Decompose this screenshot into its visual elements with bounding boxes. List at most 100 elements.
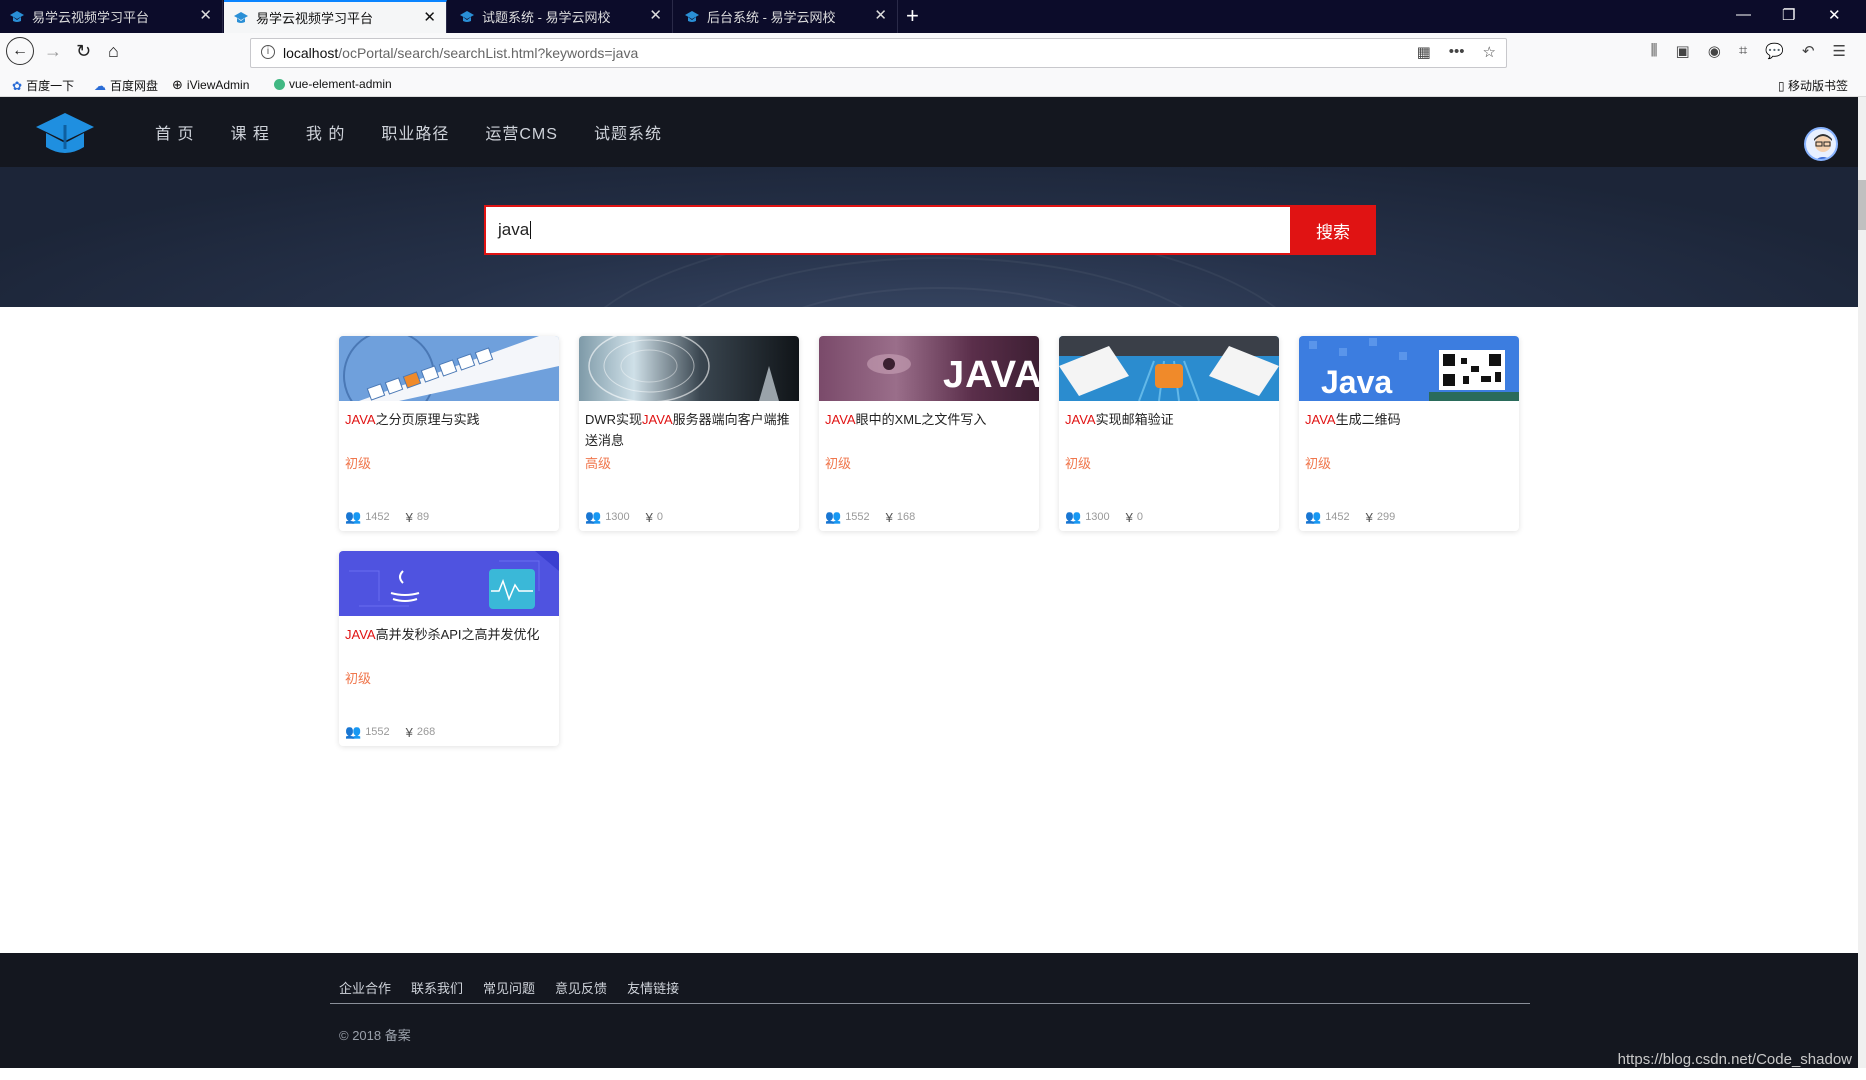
sidebar-icon[interactable]: ▣ <box>1676 42 1690 60</box>
title-keyword: JAVA <box>825 412 856 427</box>
close-icon[interactable]: ✕ <box>649 8 662 23</box>
course-thumbnail <box>579 336 799 401</box>
footer-link-contact[interactable]: 联系我们 <box>411 978 463 997</box>
search-input-value: java <box>498 220 530 239</box>
paw-icon: ✿ <box>12 78 23 93</box>
scrollbar-thumb[interactable] <box>1858 180 1866 230</box>
bookmark-star-icon[interactable]: ☆ <box>1483 43 1496 61</box>
browser-tab-active[interactable]: 易学云视频学习平台 ✕ <box>224 0 447 33</box>
close-icon[interactable]: ✕ <box>874 8 887 23</box>
course-thumbnail <box>339 336 559 401</box>
mobile-bookmarks[interactable]: ▯ 移动版书签 <box>1778 77 1848 94</box>
course-level: 初级 <box>345 456 372 471</box>
menu-item-career-path[interactable]: 职业路径 <box>381 120 449 144</box>
bookmark-item[interactable]: ⊕ iViewAdmin <box>172 77 249 93</box>
browser-nav-bar: ← → ↻ ⌂ i localhost/ocPortal/search/sear… <box>0 33 1866 73</box>
chat-icon[interactable]: 💬 <box>1765 42 1784 60</box>
course-card[interactable]: JAVA高并发秒杀API之高并发优化 初级 👥 1552 ¥268 <box>339 551 559 746</box>
course-price: 0 <box>656 511 664 523</box>
crop-icon[interactable]: ⌗ <box>1739 42 1747 60</box>
graduation-cap-icon <box>460 10 474 22</box>
users-icon: 👥 <box>1305 509 1322 524</box>
users-icon: 👥 <box>825 509 842 524</box>
bookmarks-bar: ✿ 百度一下 ☁ 百度网盘 ⊕ iViewAdmin vue-element-a… <box>0 73 1866 97</box>
search-banner: java 搜索 <box>0 167 1858 307</box>
mobile-bookmarks-label: 移动版书签 <box>1787 79 1848 93</box>
course-title[interactable]: DWR实现JAVA服务器端向客户端推送消息 <box>579 401 799 453</box>
course-title[interactable]: JAVA之分页原理与实践 <box>339 401 559 453</box>
course-card[interactable]: DWR实现JAVA服务器端向客户端推送消息 高级 👥 1300 ¥0 <box>579 336 799 531</box>
home-icon[interactable]: ⌂ <box>108 41 119 62</box>
close-icon[interactable]: ✕ <box>423 10 436 25</box>
info-icon[interactable]: i <box>261 45 275 59</box>
course-title[interactable]: JAVA实现邮箱验证 <box>1059 401 1279 453</box>
course-card[interactable]: Java JAVA生成二维码 初级 👥 1452 ¥299 <box>1299 336 1519 531</box>
student-count: 1452 <box>1325 511 1350 523</box>
menu-item-cms[interactable]: 运营CMS <box>485 120 558 144</box>
browser-tab[interactable]: 易学云视频学习平台 ✕ <box>0 0 223 33</box>
menu-item-exam[interactable]: 试题系统 <box>594 120 662 144</box>
tab-title: 易学云视频学习平台 <box>32 10 150 25</box>
page-scrollbar[interactable] <box>1858 97 1866 1068</box>
course-card[interactable]: JAVA JAVA眼中的XML之文件写入 初级 👥 1552 ¥168 <box>819 336 1039 531</box>
course-stats: 👥 1552 ¥168 <box>825 509 915 525</box>
course-title[interactable]: JAVA高并发秒杀API之高并发优化 <box>339 616 559 668</box>
student-count: 1300 <box>605 511 630 523</box>
course-price: 299 <box>1376 511 1396 523</box>
qr-code-icon[interactable]: ▦ <box>1417 43 1431 61</box>
student-count: 1452 <box>365 511 390 523</box>
course-title[interactable]: JAVA生成二维码 <box>1299 401 1519 453</box>
graduation-cap-icon <box>685 10 699 22</box>
new-tab-plus-icon[interactable]: + <box>906 3 919 29</box>
hamburger-menu-icon[interactable]: ☰ <box>1833 42 1846 60</box>
course-card[interactable]: JAVA实现邮箱验证 初级 👥 1300 ¥0 <box>1059 336 1279 531</box>
bookmark-item[interactable]: ✿ 百度一下 <box>12 77 74 94</box>
bookmark-label: vue-element-admin <box>289 77 392 91</box>
undo-icon[interactable]: ↶ <box>1802 42 1815 60</box>
course-card[interactable]: JAVA之分页原理与实践 初级 👥 1452 ¥89 <box>339 336 559 531</box>
browser-tab[interactable]: 试题系统 - 易学云网校 ✕ <box>450 0 673 33</box>
course-title[interactable]: JAVA眼中的XML之文件写入 <box>819 401 1039 453</box>
url-host: localhost <box>283 45 339 61</box>
search-results: JAVA之分页原理与实践 初级 👥 1452 ¥89 DWR实现JAVA服务器端向… <box>0 307 1858 953</box>
forward-arrow-icon[interactable]: → <box>44 41 62 62</box>
student-count: 1300 <box>1085 511 1110 523</box>
bookmark-item[interactable]: vue-element-admin <box>274 77 392 91</box>
url-bar[interactable]: i localhost/ocPortal/search/searchList.h… <box>250 38 1507 68</box>
back-arrow-icon[interactable]: ← <box>6 37 34 65</box>
bookmark-item[interactable]: ☁ 百度网盘 <box>94 77 158 94</box>
search-button[interactable]: 搜索 <box>1290 205 1376 255</box>
account-icon[interactable]: ◉ <box>1708 42 1721 60</box>
footer-links: 企业合作 联系我们 常见问题 意见反馈 友情链接 <box>339 978 679 997</box>
close-icon[interactable]: ✕ <box>199 8 212 23</box>
menu-item-mine[interactable]: 我 的 <box>306 120 345 144</box>
course-thumbnail <box>1059 336 1279 401</box>
bookmark-label: 百度网盘 <box>110 79 159 93</box>
avatar[interactable] <box>1804 127 1838 161</box>
footer-copyright: © 2018 备案 <box>339 1028 411 1043</box>
more-dots-icon[interactable]: ••• <box>1449 43 1465 61</box>
reload-icon[interactable]: ↻ <box>76 41 91 62</box>
close-window-icon[interactable]: ✕ <box>1828 6 1841 24</box>
browser-tab[interactable]: 后台系统 - 易学云网校 ✕ <box>675 0 898 33</box>
bottom-strip <box>0 1068 1866 1080</box>
users-icon: 👥 <box>585 509 602 524</box>
footer-link-friends[interactable]: 友情链接 <box>627 978 679 997</box>
vue-icon <box>274 78 285 90</box>
search-input[interactable]: java <box>484 205 1290 255</box>
users-icon: 👥 <box>345 724 362 739</box>
course-thumbnail <box>339 551 559 616</box>
title-rest: 高并发秒杀API之高并发优化 <box>375 627 540 642</box>
footer-link-faq[interactable]: 常见问题 <box>483 978 535 997</box>
menu-item-courses[interactable]: 课 程 <box>230 120 269 144</box>
title-keyword: JAVA <box>345 627 376 642</box>
menu-item-home[interactable]: 首 页 <box>155 120 194 144</box>
footer-link-feedback[interactable]: 意见反馈 <box>555 978 607 997</box>
restore-icon[interactable]: ❐ <box>1782 6 1795 24</box>
tab-title: 试题系统 - 易学云网校 <box>482 10 611 25</box>
bookmark-label: iViewAdmin <box>186 78 250 92</box>
library-icon[interactable]: ⫼ <box>1651 42 1658 60</box>
graduation-cap-logo-icon[interactable] <box>34 109 96 157</box>
minimize-icon[interactable]: — <box>1736 6 1751 23</box>
footer-link-cooperation[interactable]: 企业合作 <box>339 978 391 997</box>
